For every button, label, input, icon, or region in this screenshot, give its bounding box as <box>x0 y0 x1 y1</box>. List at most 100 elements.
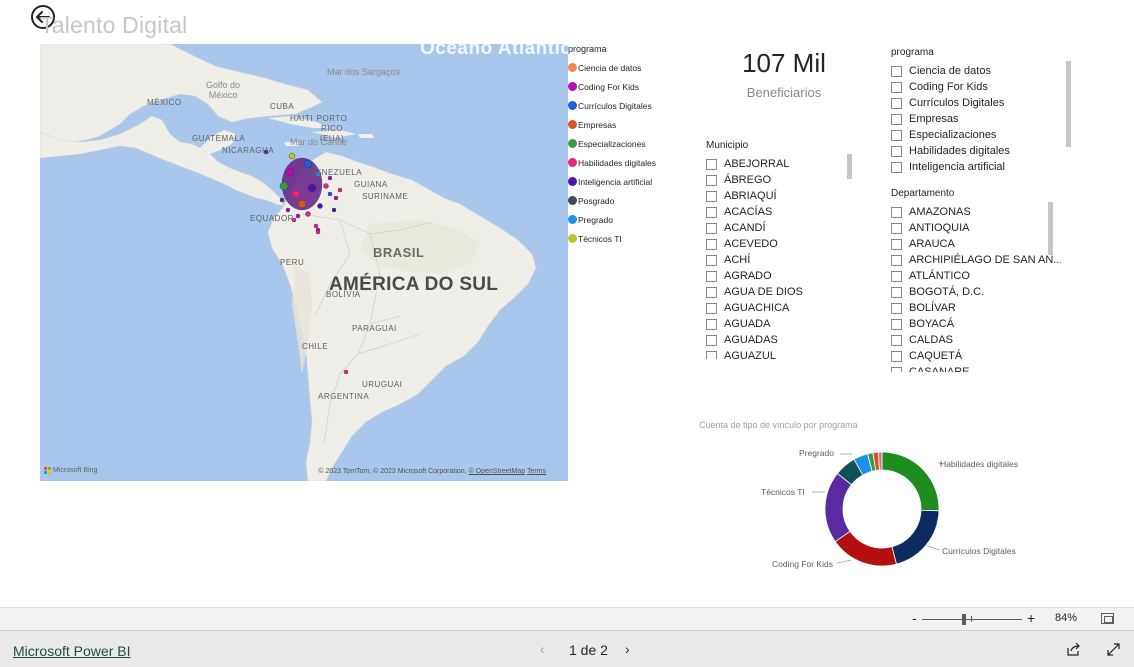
next-page-button[interactable]: › <box>625 641 630 657</box>
slicer-item-label: CASANARE <box>909 366 970 372</box>
checkbox[interactable] <box>706 302 717 314</box>
legend-item[interactable]: Especializaciones <box>568 134 693 153</box>
checkbox[interactable] <box>706 158 717 170</box>
slicer-item[interactable]: ÁBREGO <box>706 172 856 188</box>
slicer-item[interactable]: CAQUETÁ <box>891 348 1061 364</box>
checkbox[interactable] <box>891 65 902 77</box>
checkbox[interactable] <box>706 318 717 330</box>
checkbox[interactable] <box>706 174 717 186</box>
checkbox[interactable] <box>891 302 902 314</box>
slicer-item[interactable]: CASANARE <box>891 364 1061 372</box>
slicer-municipio-scrollbar[interactable] <box>847 154 852 179</box>
legend-item-label: Habilidades digitales <box>578 157 656 168</box>
donut-slice-curr-culos-digitales[interactable] <box>891 509 940 565</box>
checkbox[interactable] <box>891 206 902 218</box>
slicer-item[interactable]: Habilidades digitales <box>891 143 1076 159</box>
checkbox[interactable] <box>891 145 902 157</box>
slicer-item[interactable]: BOYACÁ <box>891 316 1061 332</box>
slicer-item[interactable]: ACACÍAS <box>706 204 856 220</box>
checkbox[interactable] <box>891 334 902 346</box>
slicer-item[interactable]: ACHÍ <box>706 252 856 268</box>
slicer-item[interactable]: AGUADAS <box>706 332 856 348</box>
donut-slice-coding-for-kids[interactable] <box>834 530 897 567</box>
checkbox[interactable] <box>706 222 717 234</box>
slicer-item[interactable]: Ciencia de datos <box>891 63 1076 79</box>
previous-page-button[interactable]: ‹ <box>540 641 545 657</box>
slicer-item[interactable]: BOLÍVAR <box>891 300 1061 316</box>
zoom-out-button[interactable]: - <box>912 610 917 626</box>
power-bi-link[interactable]: Microsoft Power BI <box>13 643 130 659</box>
donut-svg[interactable] <box>700 436 1080 586</box>
checkbox[interactable] <box>706 190 717 202</box>
terms-link[interactable]: Terms <box>527 468 546 475</box>
slicer-item[interactable]: Currículos Digitales <box>891 95 1076 111</box>
checkbox[interactable] <box>891 238 902 250</box>
report-page: Talento Digital Oceano Atlântico Mar dos… <box>0 0 1134 667</box>
legend-item-label: Currículos Digitales <box>578 100 652 111</box>
slicer-item[interactable]: BOGOTÁ, D.C. <box>891 284 1061 300</box>
slicer-item[interactable]: Coding For Kids <box>891 79 1076 95</box>
zoom-in-button[interactable]: + <box>1027 610 1035 626</box>
checkbox[interactable] <box>891 366 902 372</box>
checkbox[interactable] <box>891 270 902 282</box>
zoom-slider-track[interactable] <box>922 619 1022 620</box>
zoom-slider-thumb[interactable] <box>962 614 966 625</box>
slicer-item[interactable]: AGUADA <box>706 316 856 332</box>
slicer-item[interactable]: ARAUCA <box>891 236 1061 252</box>
legend-item[interactable]: Pregrado <box>568 210 693 229</box>
donut-chart[interactable]: Habilidades digitales Currículos Digital… <box>700 436 1080 586</box>
slicer-item[interactable]: ANTIOQUIA <box>891 220 1061 236</box>
slicer-item[interactable]: AGUA DE DIOS <box>706 284 856 300</box>
legend-item[interactable]: Habilidades digitales <box>568 153 693 172</box>
legend-item[interactable]: Empresas <box>568 115 693 134</box>
legend-item[interactable]: Inteligencia artificial <box>568 172 693 191</box>
slicer-item[interactable]: ABEJORRAL <box>706 156 856 172</box>
checkbox[interactable] <box>891 286 902 298</box>
checkbox[interactable] <box>706 270 717 282</box>
slicer-item[interactable]: Especializaciones <box>891 127 1076 143</box>
slicer-item[interactable]: ACANDÍ <box>706 220 856 236</box>
slicer-item[interactable]: AGRADO <box>706 268 856 284</box>
checkbox[interactable] <box>891 350 902 362</box>
checkbox[interactable] <box>891 113 902 125</box>
legend-item[interactable]: Posgrado <box>568 191 693 210</box>
checkbox[interactable] <box>891 129 902 141</box>
legend-item-label: Inteligencia artificial <box>578 176 653 187</box>
checkbox[interactable] <box>706 206 717 218</box>
donut-slice-t-cnicos-ti[interactable] <box>824 472 853 543</box>
checkbox[interactable] <box>891 318 902 330</box>
slicer-item[interactable]: Empresas <box>891 111 1076 127</box>
checkbox[interactable] <box>706 334 717 346</box>
checkbox[interactable] <box>706 286 717 298</box>
fullscreen-icon[interactable] <box>1106 642 1121 657</box>
legend-item[interactable]: Currículos Digitales <box>568 96 693 115</box>
checkbox[interactable] <box>706 238 717 250</box>
checkbox[interactable] <box>891 81 902 93</box>
legend-item[interactable]: Técnicos TI <box>568 229 693 248</box>
legend-item[interactable]: Coding For Kids <box>568 77 693 96</box>
checkbox[interactable] <box>891 97 902 109</box>
map-visual[interactable]: Oceano Atlântico Mar dos Sargaços Golfo … <box>40 44 568 481</box>
legend-item[interactable]: Ciencia de datos <box>568 58 693 77</box>
donut-slice-habilidades-digitales[interactable] <box>881 451 940 512</box>
checkbox[interactable] <box>891 254 902 266</box>
share-icon[interactable] <box>1066 642 1081 657</box>
slicer-item[interactable]: Inteligencia artificial <box>891 159 1076 175</box>
slicer-item[interactable]: ACEVEDO <box>706 236 856 252</box>
osm-link[interactable]: © OpenStreetMap <box>469 468 526 475</box>
slicer-item[interactable]: AGUAZUL <box>706 348 856 359</box>
slicer-departamento-scrollbar[interactable] <box>1048 202 1053 255</box>
checkbox[interactable] <box>706 254 717 266</box>
slicer-item[interactable]: ATLÁNTICO <box>891 268 1061 284</box>
slicer-item[interactable]: CALDAS <box>891 332 1061 348</box>
slicer-item[interactable]: ARCHIPIÉLAGO DE SAN AN... <box>891 252 1061 268</box>
checkbox[interactable] <box>891 161 902 173</box>
slicer-item[interactable]: ABRIAQUÍ <box>706 188 856 204</box>
slicer-programa-scrollbar[interactable] <box>1066 61 1071 147</box>
donut-label-habilidades: Habilidades digitales <box>940 459 1018 469</box>
slicer-item[interactable]: AMAZONAS <box>891 204 1061 220</box>
checkbox[interactable] <box>706 350 717 359</box>
checkbox[interactable] <box>891 222 902 234</box>
slicer-item[interactable]: AGUACHICA <box>706 300 856 316</box>
fit-to-page-icon[interactable] <box>1101 613 1114 624</box>
